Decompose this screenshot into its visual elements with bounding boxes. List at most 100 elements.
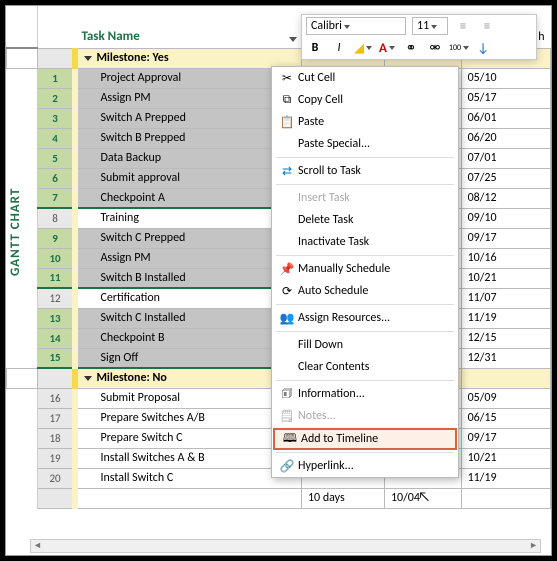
- percent-icon[interactable]: 100: [450, 39, 468, 57]
- italic-icon[interactable]: I: [330, 39, 348, 57]
- finish-date-cell[interactable]: 07/25: [461, 168, 550, 188]
- task-name-cell[interactable]: Sign Off: [75, 348, 301, 368]
- row-number[interactable]: 6: [37, 168, 75, 188]
- task-name-cell[interactable]: Project Approval: [75, 68, 301, 88]
- finish-date-cell[interactable]: 12/31: [461, 348, 550, 368]
- font-selector[interactable]: Calibri: [306, 17, 406, 35]
- column-last: h: [538, 30, 544, 44]
- finish-date-cell[interactable]: 08/12: [461, 188, 550, 208]
- copy-icon: ⧉: [276, 93, 298, 107]
- task-name-cell[interactable]: Switch A Prepped: [75, 108, 301, 128]
- menu-information[interactable]: 🗊Information...: [272, 383, 458, 405]
- collapse-icon[interactable]: [84, 56, 92, 61]
- indent-icon[interactable]: ≡: [478, 17, 496, 35]
- menu-copy-cell[interactable]: ⧉Copy Cell: [272, 89, 458, 111]
- horizontal-scrollbar[interactable]: [30, 539, 541, 553]
- row-number[interactable]: 10: [37, 248, 75, 268]
- fill-color-icon[interactable]: ◢: [354, 39, 372, 57]
- row-number[interactable]: 14: [37, 328, 75, 348]
- task-name-cell[interactable]: Switch C Installed: [75, 308, 301, 328]
- bold-icon[interactable]: B: [306, 39, 324, 57]
- task-name-cell[interactable]: Install Switches A & B: [75, 448, 301, 468]
- menu-inactivate-task[interactable]: Inactivate Task: [272, 231, 458, 253]
- finish-date-cell[interactable]: 05/09: [461, 388, 550, 408]
- task-name-cell[interactable]: Checkpoint A: [75, 188, 301, 208]
- menu-scroll-to-task[interactable]: ⇄Scroll to Task: [272, 160, 458, 182]
- finish-date-cell[interactable]: 11/19: [461, 308, 550, 328]
- menu-paste-special[interactable]: Paste Special...: [272, 133, 458, 155]
- menu-cut-cell[interactable]: ✂Cut Cell: [272, 67, 458, 89]
- row-number[interactable]: 2: [37, 88, 75, 108]
- task-name-cell[interactable]: Install Switch C: [75, 468, 301, 488]
- task-name-cell[interactable]: Submit Proposal: [75, 388, 301, 408]
- menu-notes: 🗒Notes...: [272, 405, 458, 427]
- menu-insert-task: Insert Task: [272, 187, 458, 209]
- finish-date-cell[interactable]: 12/15: [461, 328, 550, 348]
- row-number[interactable]: 12: [37, 288, 75, 308]
- finish-date-cell[interactable]: 09/17: [461, 428, 550, 448]
- menu-delete-task[interactable]: Delete Task: [272, 209, 458, 231]
- task-name-cell[interactable]: Switch B Prepped: [75, 128, 301, 148]
- font-size-selector[interactable]: 11: [412, 17, 448, 35]
- menu-fill-down[interactable]: Fill Down: [272, 334, 458, 356]
- row-number[interactable]: 5: [37, 148, 75, 168]
- task-name-cell[interactable]: Switch C Prepped: [75, 228, 301, 248]
- finish-date-cell[interactable]: 10/16: [461, 248, 550, 268]
- collapse-icon[interactable]: [84, 376, 92, 381]
- row-number[interactable]: 19: [37, 448, 75, 468]
- row-number[interactable]: 3: [37, 108, 75, 128]
- task-name-cell[interactable]: Checkpoint B: [75, 328, 301, 348]
- row-number[interactable]: 11: [37, 268, 75, 288]
- finish-date-cell[interactable]: 06/20: [461, 128, 550, 148]
- row-number[interactable]: 20: [37, 468, 75, 488]
- finish-date-cell[interactable]: 10/21: [461, 448, 550, 468]
- row-number[interactable]: 8: [37, 208, 75, 228]
- menu-clear-contents[interactable]: Clear Contents: [272, 356, 458, 378]
- finish-date-cell[interactable]: 06/01: [461, 108, 550, 128]
- task-name-cell[interactable]: Switch B Installed: [75, 268, 301, 288]
- mini-toolbar: Calibri 11 ≡ ≡ B I ◢ A ⚭ ⚮ 100 ↓: [301, 14, 537, 60]
- menu-auto-schedule[interactable]: ⟳Auto Schedule: [272, 280, 458, 302]
- row-number[interactable]: 15: [37, 348, 75, 368]
- link-icon[interactable]: ⚭: [402, 39, 420, 57]
- finish-date-cell[interactable]: 09/17: [461, 228, 550, 248]
- task-name-cell[interactable]: Submit approval: [75, 168, 301, 188]
- finish-date-cell[interactable]: 11/19: [461, 468, 550, 488]
- finish-date-cell[interactable]: 05/10: [461, 68, 550, 88]
- row-number[interactable]: 18: [37, 428, 75, 448]
- hyperlink-icon: 🔗: [276, 459, 298, 474]
- outdent-icon[interactable]: ≡: [454, 17, 472, 35]
- finish-date-cell[interactable]: 05/17: [461, 88, 550, 108]
- row-number[interactable]: 7: [37, 188, 75, 208]
- column-task-name[interactable]: Task Name: [81, 29, 139, 44]
- context-menu: ✂Cut Cell ⧉Copy Cell 📋Paste Paste Specia…: [271, 66, 459, 478]
- task-name-cell[interactable]: Assign PM: [75, 88, 301, 108]
- row-number[interactable]: 1: [37, 68, 75, 88]
- menu-add-to-timeline[interactable]: 🕮Add to Timeline: [273, 428, 457, 450]
- row-number[interactable]: 9: [37, 228, 75, 248]
- font-color-icon[interactable]: A: [378, 39, 396, 57]
- finish-date-cell[interactable]: 09/10: [461, 208, 550, 228]
- row-number[interactable]: 17: [37, 408, 75, 428]
- finish-date-cell[interactable]: 11/07: [461, 288, 550, 308]
- finish-date-cell[interactable]: 07/01: [461, 148, 550, 168]
- unlink-icon[interactable]: ⚮: [426, 39, 444, 57]
- task-name-cell[interactable]: Certification: [75, 288, 301, 308]
- menu-manually-schedule[interactable]: 📌Manually Schedule: [272, 258, 458, 280]
- mouse-cursor-icon: ↖: [418, 488, 430, 505]
- finish-date-cell[interactable]: 10/21: [461, 268, 550, 288]
- task-name-cell[interactable]: Assign PM: [75, 248, 301, 268]
- finish-date-cell[interactable]: 06/15: [461, 408, 550, 428]
- arrow-down-icon[interactable]: ↓: [474, 39, 492, 57]
- task-name-cell[interactable]: Training: [75, 208, 301, 228]
- task-name-cell[interactable]: Prepare Switch C: [75, 428, 301, 448]
- task-name-cell[interactable]: Prepare Switches A/B: [75, 408, 301, 428]
- task-name-cell[interactable]: Data Backup: [75, 148, 301, 168]
- task-name-dropdown-icon[interactable]: [289, 37, 297, 42]
- menu-paste[interactable]: 📋Paste: [272, 111, 458, 133]
- menu-assign-resources[interactable]: 👥Assign Resources...: [272, 307, 458, 329]
- row-number[interactable]: 13: [37, 308, 75, 328]
- row-number[interactable]: 16: [37, 388, 75, 408]
- menu-hyperlink[interactable]: 🔗Hyperlink...: [272, 455, 458, 477]
- row-number[interactable]: 4: [37, 128, 75, 148]
